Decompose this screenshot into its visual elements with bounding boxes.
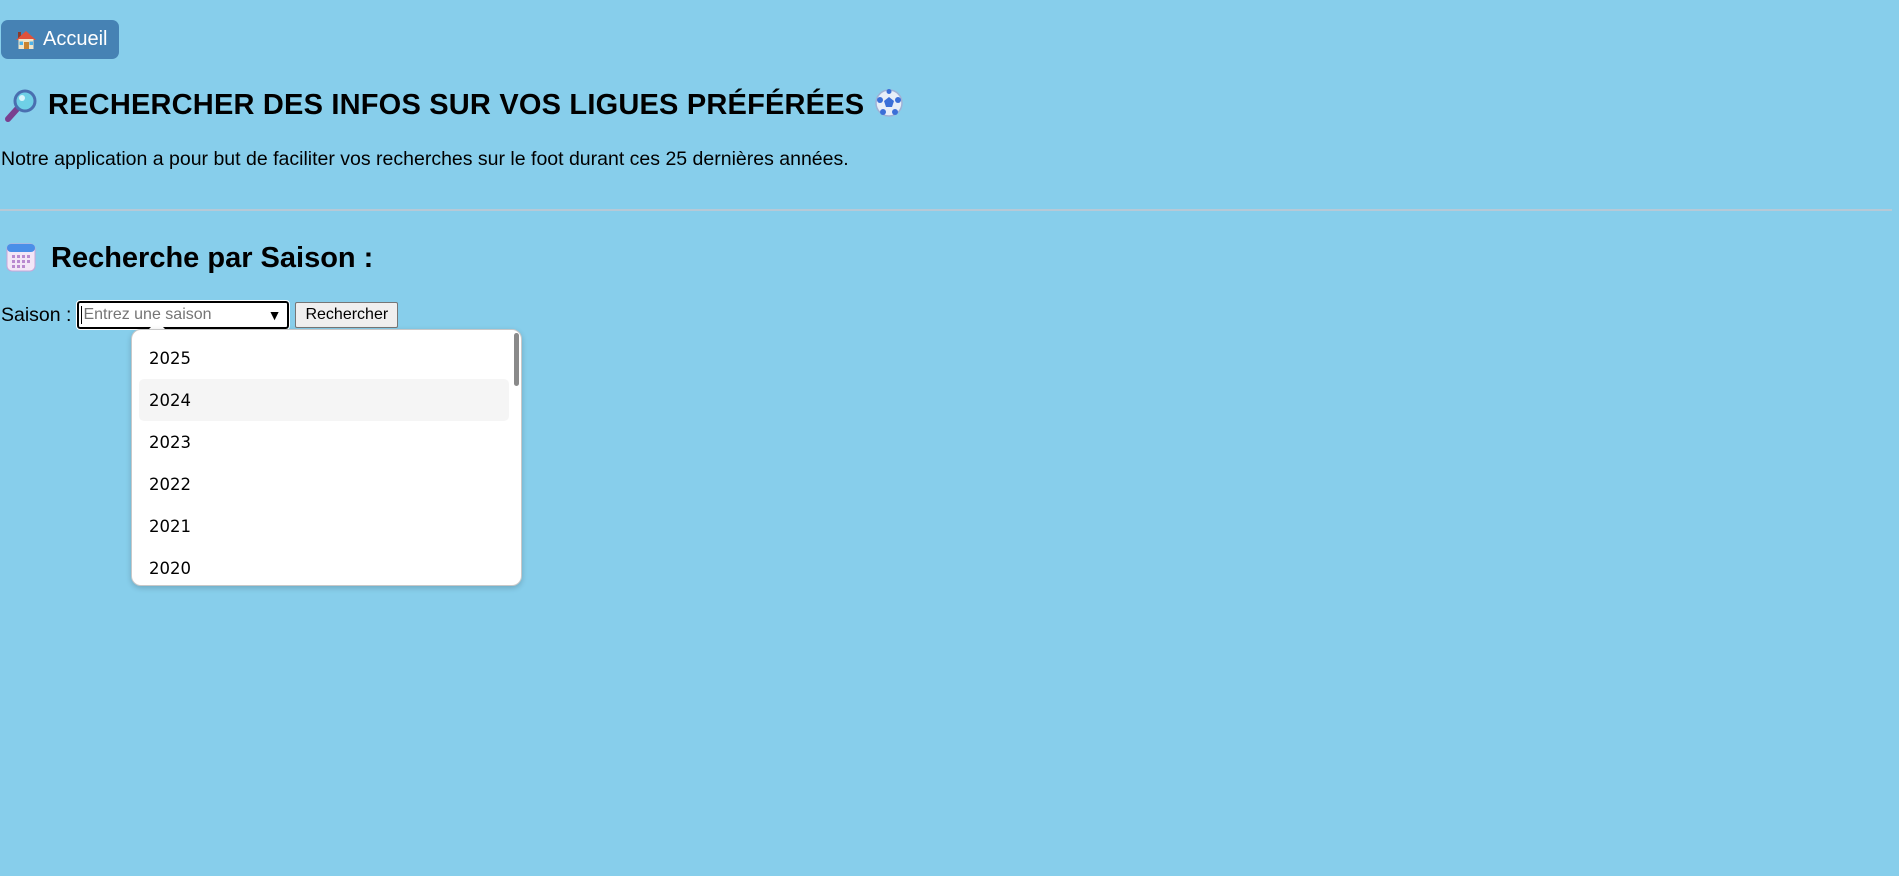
page-intro: Notre application a pour but de facilite… [1,148,849,170]
datalist-option[interactable]: 2024 [139,379,509,421]
page-title-text: RECHERCHER DES INFOS SUR VOS LIGUES PRÉF… [48,88,865,121]
datalist-option[interactable]: 2021 [139,505,509,547]
section-divider [0,209,1892,211]
dropdown-arrow-icon[interactable]: ▼ [268,307,282,323]
datalist-option[interactable]: 2020 [139,547,509,585]
text-caret [81,306,83,324]
home-button[interactable]: Accueil [1,20,120,59]
datalist-option[interactable]: 2025 [139,337,509,379]
datalist-options: 2025 2024 2023 2022 2021 2020 [139,337,509,585]
season-search-form: Saison : ▼ Rechercher [1,300,399,330]
season-label: Saison : [1,303,72,326]
house-icon [15,29,37,51]
season-input[interactable] [81,303,254,327]
search-button[interactable]: Rechercher [295,302,399,328]
season-datalist-popup: 2025 2024 2023 2022 2021 2020 [131,329,522,586]
datalist-option[interactable]: 2022 [139,463,509,505]
home-button-label: Accueil [43,28,108,50]
calendar-icon [5,241,39,275]
page-title: RECHERCHER DES INFOS SUR VOS LIGUES PRÉF… [4,86,908,124]
datalist-option[interactable]: 2023 [139,421,509,463]
season-input-wrapper[interactable]: ▼ [76,300,291,330]
soccer-ball-icon [874,88,908,122]
season-section-title-text: Recherche par Saison : [51,241,374,274]
magnifier-icon [4,88,38,122]
season-section-title: Recherche par Saison : [5,240,373,276]
datalist-scrollbar[interactable] [514,333,519,386]
